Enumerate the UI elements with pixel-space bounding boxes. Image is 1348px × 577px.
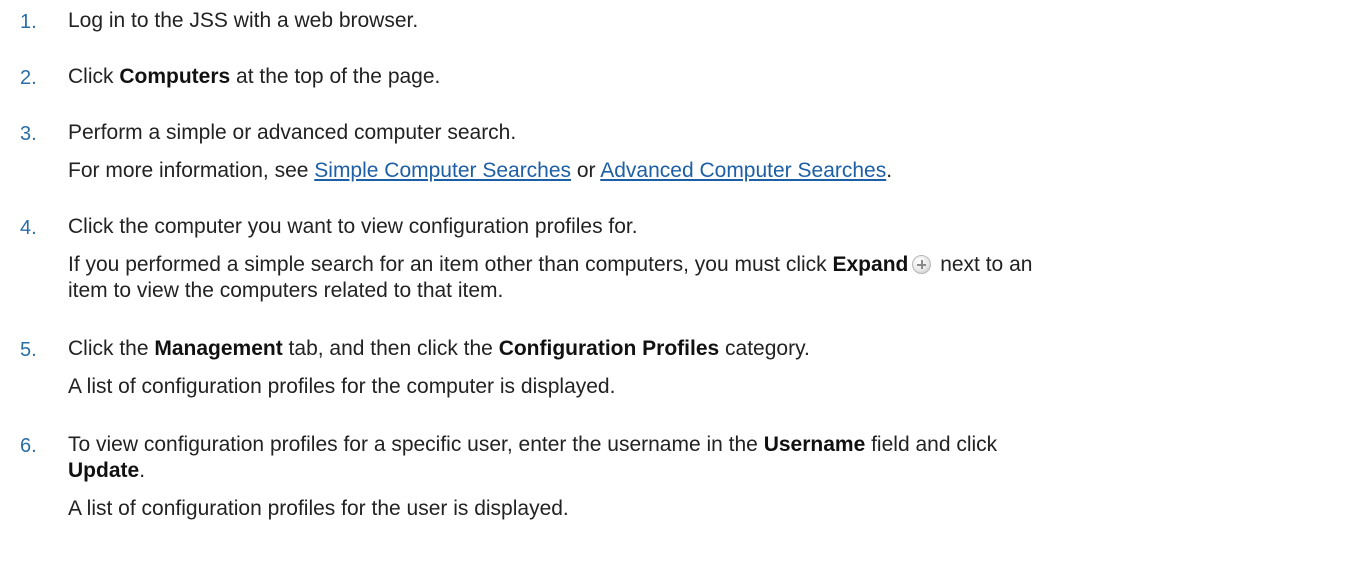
step-number: 6. <box>20 435 37 457</box>
step-number: 5. <box>20 339 37 361</box>
link-simple-computer-searches[interactable]: Simple Computer Searches <box>314 159 571 182</box>
ui-term-update: Update <box>68 459 140 482</box>
step-text: Perform a simple or advanced computer se… <box>68 121 517 144</box>
ui-term-configuration-profiles: Configuration Profiles <box>498 337 720 360</box>
step-note: If you performed a simple search for an … <box>68 253 1033 276</box>
step-note-continued: item to view the computers related to th… <box>68 279 504 302</box>
step-text: Click Computers at the top of the page. <box>68 65 441 88</box>
link-advanced-computer-searches[interactable]: Advanced Computer Searches <box>600 159 886 182</box>
expand-plus-icon <box>912 255 932 274</box>
step-note: A list of configuration profiles for the… <box>68 497 569 520</box>
step-number: 4. <box>20 217 37 239</box>
ui-term-management: Management <box>154 337 283 360</box>
step-note: A list of configuration profiles for the… <box>68 375 616 398</box>
step-text: Log in to the JSS with a web browser. <box>68 9 419 32</box>
step-number: 1. <box>20 11 37 33</box>
step-text: Click the computer you want to view conf… <box>68 215 638 238</box>
step-number: 3. <box>20 123 37 145</box>
step-text: To view configuration profiles for a spe… <box>68 433 998 456</box>
step-number: 2. <box>20 67 37 89</box>
step-text-continued: Update. <box>68 459 146 482</box>
step-note: For more information, see Simple Compute… <box>68 159 893 182</box>
ui-term-computers: Computers <box>119 65 231 88</box>
ui-term-expand: Expand <box>832 253 909 276</box>
ui-term-username: Username <box>763 433 866 456</box>
step-text: Click the Management tab, and then click… <box>68 337 810 360</box>
